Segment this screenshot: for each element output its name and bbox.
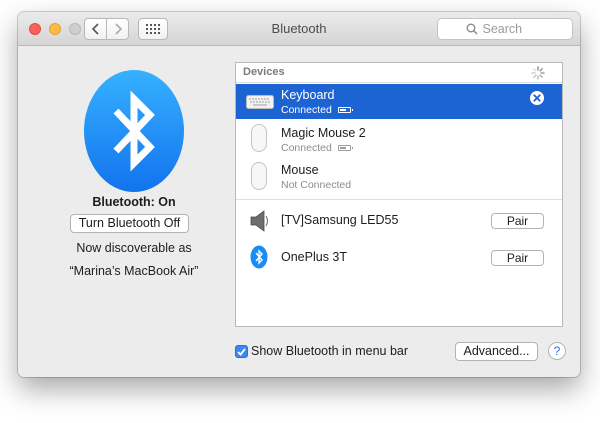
spinner-icon <box>531 66 545 80</box>
devices-header-label: Devices <box>243 66 285 78</box>
device-row-magic-mouse[interactable]: Magic Mouse 2 Connected <box>236 120 562 157</box>
chevron-left-icon <box>91 23 99 35</box>
device-status-text: Connected <box>281 104 332 116</box>
device-name: Keyboard <box>281 88 335 102</box>
discoverable-text: Now discoverable as <box>76 241 192 255</box>
battery-icon <box>337 145 353 151</box>
show-in-menu-bar-checkbox[interactable] <box>235 345 248 358</box>
help-button[interactable]: ? <box>548 342 566 360</box>
advanced-button[interactable]: Advanced... <box>455 342 538 361</box>
devices-divider <box>236 199 562 200</box>
device-status: Connected <box>281 142 353 154</box>
search-input[interactable] <box>482 22 545 36</box>
devices-list[interactable]: Devices Keyboard Connected Magic Mouse 2… <box>235 62 563 327</box>
show-all-button[interactable] <box>138 18 168 40</box>
device-name: OnePlus 3T <box>281 250 348 264</box>
device-name: Mouse <box>281 163 319 177</box>
battery-icon <box>337 107 353 113</box>
speaker-icon <box>250 210 269 232</box>
device-status: Connected <box>281 104 353 116</box>
title-bar: Bluetooth <box>18 12 580 46</box>
device-row-keyboard[interactable]: Keyboard Connected <box>236 84 562 119</box>
device-row-oneplus[interactable]: OnePlus 3T Pair <box>236 240 562 276</box>
keyboard-icon <box>246 95 274 109</box>
zoom-window-button[interactable] <box>69 23 81 35</box>
back-button[interactable] <box>84 18 107 40</box>
device-status-text: Not Connected <box>281 179 352 191</box>
device-status: Not Connected <box>281 179 351 191</box>
chevron-right-icon <box>114 23 122 35</box>
bluetooth-logo-icon <box>84 70 184 192</box>
mouse-icon <box>251 162 267 190</box>
bluetooth-icon <box>250 245 268 269</box>
bluetooth-status: Bluetooth: On <box>92 195 176 209</box>
minimize-window-button[interactable] <box>49 23 61 35</box>
device-name: Magic Mouse 2 <box>281 126 366 140</box>
device-row-mouse[interactable]: Mouse Not Connected <box>236 157 562 195</box>
device-row-samsung-tv[interactable]: [TV]Samsung LED55 Pair <box>236 203 562 239</box>
pair-button[interactable]: Pair <box>491 213 544 229</box>
device-name-text: “Marina’s MacBook Air” <box>69 264 199 278</box>
checkmark-icon <box>237 347 246 356</box>
remove-device-button[interactable] <box>530 91 544 105</box>
devices-header: Devices <box>236 63 562 83</box>
device-status-text: Connected <box>281 142 332 154</box>
show-in-menu-bar-label[interactable]: Show Bluetooth in menu bar <box>251 344 408 358</box>
device-name: [TV]Samsung LED55 <box>281 213 399 227</box>
search-icon <box>466 23 478 35</box>
search-field[interactable] <box>437 18 573 40</box>
pair-button[interactable]: Pair <box>491 250 544 266</box>
preferences-window: Bluetooth Bluetooth: On Turn Bluetooth O… <box>18 12 580 377</box>
turn-bluetooth-off-button[interactable]: Turn Bluetooth Off <box>70 214 189 233</box>
forward-button[interactable] <box>106 18 129 40</box>
magic-mouse-icon <box>251 124 267 152</box>
grid-icon <box>146 24 160 34</box>
close-window-button[interactable] <box>29 23 41 35</box>
